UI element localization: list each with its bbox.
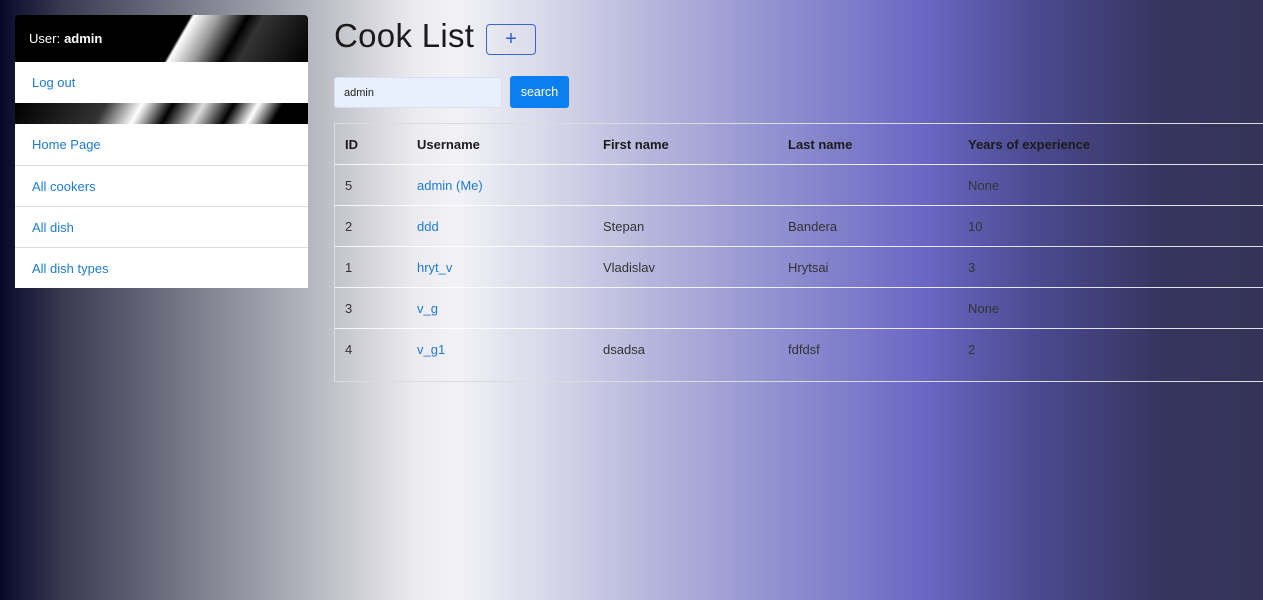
table-row: 1 hryt_v Vladislav Hrytsai 3	[335, 246, 1263, 288]
header-first-name: First name	[603, 136, 669, 152]
user-info-bar: User: admin	[15, 15, 308, 62]
header-years-of-experience: Years of experience	[968, 136, 1091, 152]
cell-years: 3	[968, 246, 1263, 288]
logout-link[interactable]: Log out	[15, 62, 308, 103]
cell-first-name	[603, 164, 788, 206]
cell-id: 2	[335, 205, 417, 247]
cell-id: 4	[335, 328, 417, 369]
cell-last-name: Hrytsai	[788, 246, 968, 288]
cell-years: None	[968, 287, 1263, 329]
cell-username-link[interactable]: ddd	[417, 205, 603, 247]
cell-username-link[interactable]: v_g1	[417, 328, 603, 369]
sidebar-item-home-page[interactable]: Home Page	[15, 124, 308, 165]
header-id: ID	[345, 136, 358, 152]
page-title: Cook List	[334, 17, 475, 54]
search-button[interactable]: search	[510, 76, 569, 108]
decorative-stripe	[15, 103, 308, 124]
cell-id: 1	[335, 246, 417, 288]
sidebar-nav: Home Page All cookers All dish All dish …	[15, 124, 308, 288]
cook-table: ID Username First name Last name Years o…	[335, 124, 1263, 369]
table-row: 2 ddd Stepan Bandera 10	[335, 205, 1263, 247]
table-row: 3 v_g None	[335, 287, 1263, 329]
cell-username-link[interactable]: hryt_v	[417, 246, 603, 288]
add-cook-button[interactable]: +	[486, 24, 536, 55]
search-input[interactable]	[334, 77, 502, 108]
cell-last-name: Bandera	[788, 205, 968, 247]
cell-id: 3	[335, 287, 417, 329]
cell-username-link[interactable]: admin (Me)	[417, 164, 603, 206]
header-last-name: Last name	[788, 136, 853, 152]
current-username: admin	[64, 31, 103, 46]
cell-first-name: Stepan	[603, 205, 788, 247]
cell-years: 10	[968, 205, 1263, 247]
table-row: 4 v_g1 dsadsa fdfdsf 2	[335, 328, 1263, 369]
cell-first-name: Vladislav	[603, 246, 788, 288]
cell-last-name	[788, 164, 968, 206]
table-row: 5 admin (Me) None	[335, 164, 1263, 206]
cell-last-name: fdfdsf	[788, 328, 968, 369]
cell-first-name	[603, 287, 788, 329]
cell-last-name	[788, 287, 968, 329]
cook-table-container: ID Username First name Last name Years o…	[334, 123, 1263, 382]
sidebar-item-all-dish[interactable]: All dish	[15, 206, 308, 247]
cell-username-link[interactable]: v_g	[417, 287, 603, 329]
cell-first-name: dsadsa	[603, 328, 788, 369]
cell-years: 2	[968, 328, 1263, 369]
sidebar-item-all-cookers[interactable]: All cookers	[15, 165, 308, 206]
cell-years: None	[968, 164, 1263, 206]
table-header-row: ID Username First name Last name Years o…	[335, 124, 1263, 165]
cell-id: 5	[335, 164, 417, 206]
sidebar-item-all-dish-types[interactable]: All dish types	[15, 247, 308, 288]
user-label: User:	[29, 31, 61, 46]
header-username: Username	[417, 136, 480, 152]
sidebar: User: admin Log out Home Page All cooker…	[15, 15, 308, 288]
